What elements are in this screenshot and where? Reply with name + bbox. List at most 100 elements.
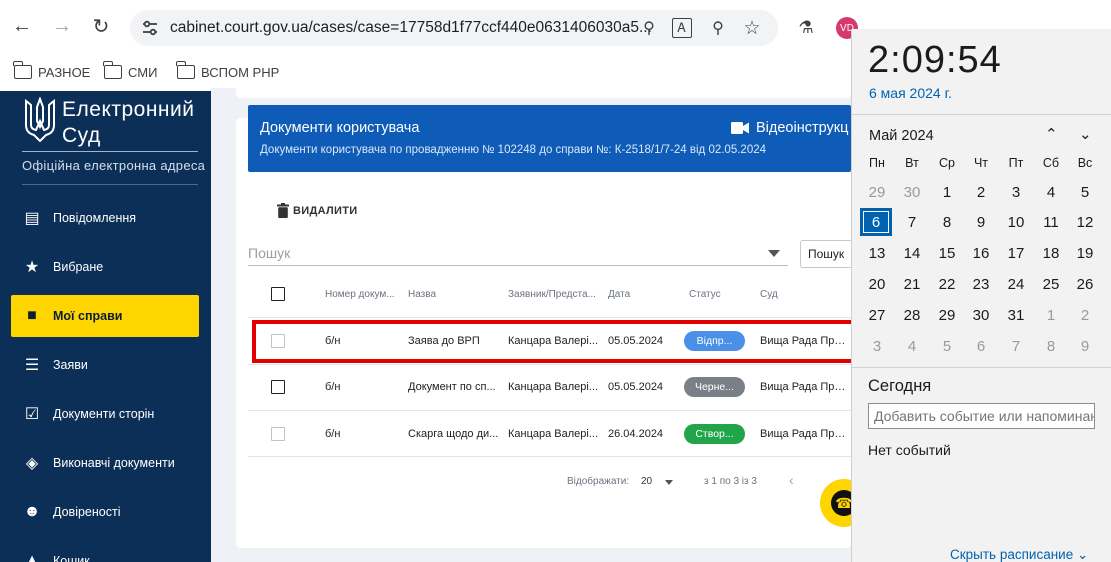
calendar-day[interactable]: 30 bbox=[964, 301, 998, 329]
status-badge: Черне... bbox=[684, 377, 745, 397]
column-header[interactable]: Суд bbox=[760, 289, 778, 300]
add-event-input[interactable] bbox=[868, 403, 1095, 429]
row-checkbox[interactable] bbox=[271, 380, 285, 394]
bookmark-folder[interactable]: РАЗНОЕ bbox=[13, 61, 90, 83]
chevron-left-icon[interactable]: ‹ bbox=[789, 472, 794, 488]
chevron-down-icon[interactable] bbox=[665, 480, 673, 485]
calendar-day[interactable]: 9 bbox=[964, 208, 998, 236]
calendar-day[interactable]: 6 bbox=[964, 332, 998, 360]
sidebar-item-trash[interactable]: ▲ Кошик bbox=[11, 540, 199, 562]
calendar-day[interactable]: 1 bbox=[930, 178, 964, 206]
search-button[interactable]: Пошук bbox=[800, 240, 852, 268]
delete-button[interactable]: ВИДАЛИТИ bbox=[277, 203, 357, 218]
sidebar-item-party-documents[interactable]: ☑ Документи сторін bbox=[11, 393, 199, 435]
calendar-day[interactable]: 9 bbox=[1068, 332, 1102, 360]
zoom-icon[interactable]: ⚲ bbox=[706, 16, 730, 40]
weekday-label: Чт bbox=[973, 156, 989, 170]
calendar-day[interactable]: 31 bbox=[999, 301, 1033, 329]
sidebar-item-applications[interactable]: ☰ Заяви bbox=[11, 344, 199, 386]
chevron-down-icon[interactable]: ⌄ bbox=[1079, 125, 1092, 143]
calendar-day[interactable]: 2 bbox=[1068, 301, 1102, 329]
column-header[interactable]: Дата bbox=[608, 289, 630, 300]
back-arrow-icon[interactable]: ← bbox=[8, 12, 36, 40]
sidebar-item-powers-of-attorney[interactable]: ☻ Довіреності bbox=[11, 491, 199, 533]
sidebar-item-messages[interactable]: ▤ Повідомлення bbox=[11, 197, 199, 239]
calendar-day[interactable]: 2 bbox=[964, 178, 998, 206]
calendar-day[interactable]: 14 bbox=[895, 239, 929, 267]
calendar-day[interactable]: 17 bbox=[999, 239, 1033, 267]
calendar-day[interactable]: 21 bbox=[895, 270, 929, 298]
calendar-day[interactable]: 20 bbox=[860, 270, 894, 298]
calendar-day[interactable]: 29 bbox=[930, 301, 964, 329]
hide-schedule-link[interactable]: Скрыть расписание ⌄ bbox=[950, 547, 1088, 562]
calendar-day[interactable]: 28 bbox=[895, 301, 929, 329]
page-size-select[interactable]: 20 bbox=[641, 476, 652, 487]
weekday-label: Вс bbox=[1077, 156, 1093, 170]
address-bar[interactable]: cabinet.court.gov.ua/cases/case=17758d1f… bbox=[130, 10, 778, 46]
calendar-day[interactable]: 8 bbox=[930, 208, 964, 236]
calendar-day[interactable]: 12 bbox=[1068, 208, 1102, 236]
calendar-day[interactable]: 4 bbox=[1034, 178, 1068, 206]
video-camera-icon[interactable] bbox=[731, 121, 749, 135]
trash-icon bbox=[277, 203, 289, 218]
sidebar-item-label: Довіреності bbox=[53, 505, 121, 519]
calendar-day[interactable]: 1 bbox=[1034, 301, 1068, 329]
calendar-day[interactable]: 22 bbox=[930, 270, 964, 298]
calendar-day[interactable]: 19 bbox=[1068, 239, 1102, 267]
video-instructions-link[interactable]: Відеоінструкц bbox=[756, 120, 848, 136]
bookmark-star-icon[interactable]: ☆ bbox=[740, 16, 764, 40]
calendar-day[interactable]: 29 bbox=[860, 178, 894, 206]
status-badge: Створ... bbox=[684, 424, 745, 444]
clock-date[interactable]: 6 мая 2024 г. bbox=[869, 85, 952, 101]
calendar-day[interactable]: 27 bbox=[860, 301, 894, 329]
calendar-day[interactable]: 26 bbox=[1068, 270, 1102, 298]
chevron-down-icon: ⌄ bbox=[1076, 547, 1089, 562]
logo-title: Електронний bbox=[62, 98, 195, 121]
forward-arrow-icon[interactable]: → bbox=[48, 12, 76, 40]
column-header[interactable]: Заявник/Предста... bbox=[508, 289, 596, 300]
site-info-icon[interactable] bbox=[140, 18, 160, 38]
column-header[interactable]: Номер докум... bbox=[325, 289, 395, 300]
folder-icon bbox=[103, 61, 122, 79]
column-header[interactable]: Статус bbox=[689, 289, 721, 300]
weekday-label: Сб bbox=[1042, 156, 1060, 170]
sidebar-item-favorites[interactable]: ★ Вибране bbox=[11, 246, 199, 288]
search-input[interactable] bbox=[248, 240, 788, 266]
select-all-checkbox[interactable] bbox=[271, 287, 285, 301]
sidebar-item-label: Документи сторін bbox=[53, 407, 155, 421]
calendar-day[interactable]: 18 bbox=[1034, 239, 1068, 267]
key-icon[interactable]: ⚲ bbox=[637, 16, 661, 40]
calendar-day[interactable]: 15 bbox=[930, 239, 964, 267]
calendar-day[interactable]: 10 bbox=[999, 208, 1033, 236]
sidebar-item-executive-documents[interactable]: ◈ Виконавчі документи bbox=[11, 442, 199, 484]
calendar-day[interactable]: 16 bbox=[964, 239, 998, 267]
calendar-day[interactable]: 23 bbox=[964, 270, 998, 298]
calendar-day[interactable]: 25 bbox=[1034, 270, 1068, 298]
banner-title: Документи користувача bbox=[260, 120, 420, 136]
calendar-month[interactable]: Май 2024 bbox=[869, 128, 934, 144]
chevron-up-icon[interactable]: ⌃ bbox=[1045, 125, 1058, 143]
reload-icon[interactable]: ↻ bbox=[87, 12, 115, 40]
translate-icon[interactable]: Ꭺ bbox=[672, 18, 692, 38]
calendar-day[interactable]: 7 bbox=[999, 332, 1033, 360]
calendar-day[interactable]: 8 bbox=[1034, 332, 1068, 360]
calendar-day[interactable]: 7 bbox=[895, 208, 929, 236]
bookmark-folder[interactable]: ВСПОМ PHP bbox=[176, 61, 279, 83]
row-checkbox[interactable] bbox=[271, 427, 285, 441]
calendar-day[interactable]: 3 bbox=[999, 178, 1033, 206]
calendar-day[interactable]: 3 bbox=[860, 332, 894, 360]
calendar-day[interactable]: 11 bbox=[1034, 208, 1068, 236]
chevron-down-icon[interactable] bbox=[768, 250, 780, 257]
calendar-day[interactable]: 5 bbox=[930, 332, 964, 360]
calendar-day[interactable]: 13 bbox=[860, 239, 894, 267]
calendar-day[interactable]: 4 bbox=[895, 332, 929, 360]
calendar-day[interactable]: 24 bbox=[999, 270, 1033, 298]
divider bbox=[248, 364, 851, 365]
calendar-day-today[interactable]: 6 bbox=[860, 208, 892, 236]
labs-flask-icon[interactable]: ⚗ bbox=[793, 15, 819, 41]
bookmark-folder[interactable]: СМИ bbox=[103, 61, 157, 83]
calendar-day[interactable]: 30 bbox=[895, 178, 929, 206]
column-header[interactable]: Назва bbox=[408, 289, 436, 300]
calendar-day[interactable]: 5 bbox=[1068, 178, 1102, 206]
sidebar-item-my-cases[interactable]: ■ Мої справи bbox=[11, 295, 199, 337]
